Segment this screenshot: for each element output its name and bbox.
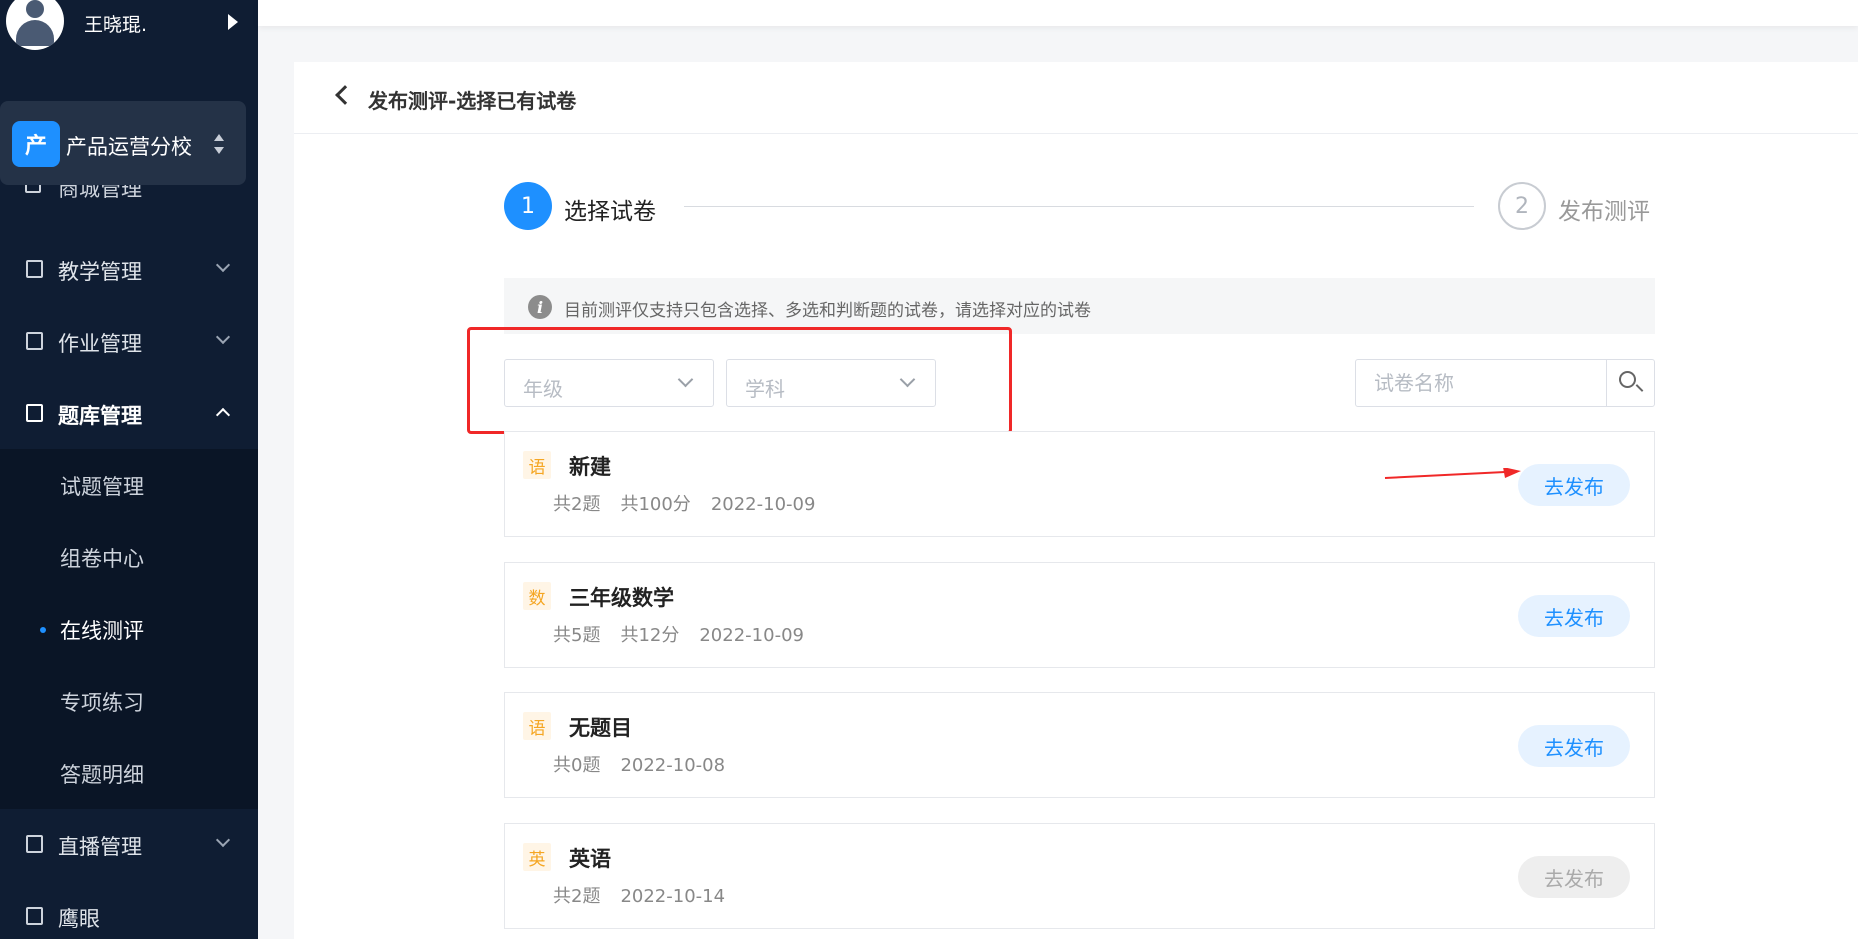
- question-bank-submenu: 试题管理 组卷中心 在线测评 专项练习 答题明细: [0, 449, 258, 809]
- paper-meta: 共2题 2022-10-14: [553, 886, 726, 907]
- shop-icon: [25, 185, 41, 193]
- top-header: [258, 0, 1858, 26]
- paper-item: 数 三年级数学 共5题 共12分 2022-10-09 去发布: [504, 562, 1655, 668]
- paper-item: 语 新建 共2题 共100分 2022-10-09 去发布: [504, 431, 1655, 537]
- subject-tag: 语: [523, 712, 551, 740]
- subject-tag: 数: [523, 582, 551, 610]
- step-2-label: 发布测评: [1558, 199, 1650, 225]
- step-1-label: 选择试卷: [564, 199, 656, 225]
- step-1-circle: 1: [504, 182, 552, 230]
- active-dot-icon: [40, 627, 46, 633]
- user-row[interactable]: 王晓琨.: [0, 0, 258, 50]
- caret-right-icon[interactable]: [228, 14, 238, 30]
- paper-name: 新建: [569, 455, 611, 479]
- chevron-down-icon: [215, 329, 231, 345]
- sidebar-subitem-practice[interactable]: 专项练习: [0, 665, 258, 737]
- paper-name: 三年级数学: [569, 586, 674, 610]
- sidebar-subitem-online-test[interactable]: 在线测评: [0, 593, 258, 665]
- school-switcher[interactable]: 产 产品运营分校: [0, 101, 246, 185]
- sidebar-item-homework[interactable]: 作业管理: [0, 306, 258, 376]
- sidebar-item-question-bank[interactable]: 题库管理: [0, 378, 258, 448]
- paper-meta: 共0题 2022-10-08: [553, 755, 726, 776]
- step-2-circle: 2: [1498, 182, 1546, 230]
- sidebar: 王晓琨. 商城管理 产 产品运营分校 教学管理 作业管理 题库管理 试题管理 组…: [0, 0, 258, 939]
- publish-button[interactable]: 去发布: [1518, 595, 1630, 637]
- sidebar-item-eagle-eye[interactable]: 鹰眼: [0, 881, 258, 939]
- publish-button-disabled[interactable]: 去发布: [1518, 856, 1630, 898]
- publish-button[interactable]: 去发布: [1518, 464, 1630, 506]
- chevron-down-icon: [215, 257, 231, 273]
- info-icon: i: [528, 295, 552, 319]
- publish-button[interactable]: 去发布: [1518, 725, 1630, 767]
- chevron-down-icon: [215, 832, 231, 848]
- paper-meta: 共2题 共100分 2022-10-09: [553, 494, 816, 515]
- subject-tag: 语: [523, 451, 551, 479]
- sidebar-subitem-answer-detail[interactable]: 答题明细: [0, 737, 258, 809]
- paper-item: 语 无题目 共0题 2022-10-08 去发布: [504, 692, 1655, 798]
- sidebar-item-mall-partial[interactable]: 商城管理: [25, 185, 245, 203]
- paper-meta: 共5题 共12分 2022-10-09: [553, 625, 804, 646]
- sort-arrows-icon: [214, 134, 226, 156]
- user-name: 王晓琨.: [84, 14, 148, 36]
- book-icon: [26, 260, 43, 278]
- search-button[interactable]: [1606, 360, 1654, 406]
- notice-text: 目前测评仅支持只包含选择、多选和判断题的试卷，请选择对应的试卷: [564, 301, 1091, 321]
- paper-name: 英语: [569, 847, 611, 871]
- steps-divider: [684, 206, 1474, 207]
- paper-search: [1355, 359, 1655, 407]
- subject-tag: 英: [523, 843, 551, 871]
- sidebar-item-live[interactable]: 直播管理: [0, 809, 258, 879]
- search-input[interactable]: [1356, 360, 1606, 406]
- school-name: 产品运营分校: [66, 135, 192, 159]
- sidebar-item-teaching[interactable]: 教学管理: [0, 234, 258, 304]
- live-tv-icon: [26, 835, 43, 853]
- back-arrow-icon[interactable]: [335, 85, 355, 105]
- chevron-up-icon: [215, 407, 231, 423]
- question-bank-icon: [26, 404, 43, 422]
- avatar: [6, 0, 64, 50]
- page-title: 发布测评-选择已有试卷: [368, 89, 577, 113]
- eye-report-icon: [26, 907, 43, 925]
- document-icon: [26, 332, 43, 350]
- sidebar-subitem-paper-center[interactable]: 组卷中心: [0, 521, 258, 593]
- school-badge: 产: [12, 121, 60, 167]
- notice-banner: i 目前测评仅支持只包含选择、多选和判断题的试卷，请选择对应的试卷: [504, 278, 1655, 334]
- page-header: 发布测评-选择已有试卷: [294, 62, 1858, 134]
- annotation-arrow: [1384, 468, 1521, 479]
- paper-name: 无题目: [569, 716, 632, 740]
- annotation-highlight-box: [467, 327, 1012, 434]
- paper-item: 英 英语 共2题 2022-10-14 去发布: [504, 823, 1655, 929]
- sidebar-subitem-questions[interactable]: 试题管理: [0, 449, 258, 521]
